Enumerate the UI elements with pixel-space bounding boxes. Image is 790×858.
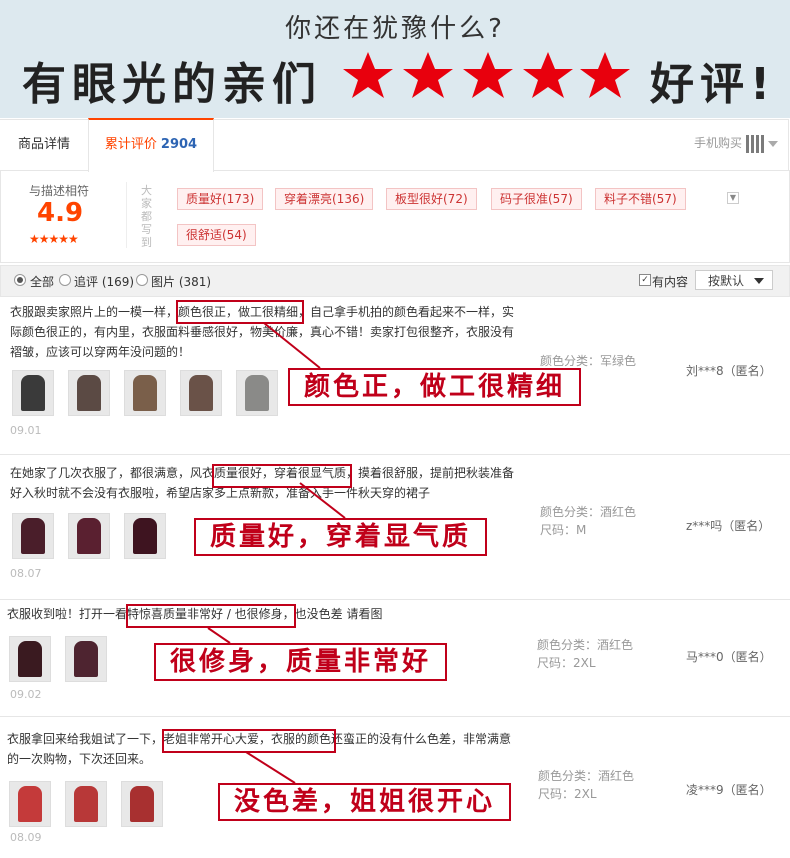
sort-value: 按默认 <box>708 274 745 288</box>
highlight-callout: 颜色正，做工很精细 <box>288 368 582 406</box>
qr-code-icon <box>746 134 764 153</box>
review-photo[interactable] <box>68 370 110 416</box>
banner-title-right: 好评! <box>650 59 777 110</box>
promo-banner: 你还在犹豫什么? 有眼光的亲们 好评! <box>0 0 790 118</box>
tab-reviews[interactable]: 累计评价 2904 <box>88 118 214 172</box>
highlight-callout: 很修身，质量非常好 <box>154 643 448 681</box>
sku-color: 颜色分类：酒红色 <box>540 505 637 519</box>
review-photo[interactable] <box>180 370 222 416</box>
star-icon <box>463 52 513 98</box>
sku-info: 颜色分类：酒红色 尺码：M <box>540 503 636 539</box>
review-photo[interactable] <box>68 513 110 559</box>
filter-followup-label: 追评 (169) <box>74 275 135 289</box>
impression-tag[interactable]: 板型很好(72) <box>386 188 477 210</box>
score-label: 与描述相符 <box>29 184 90 198</box>
review-photo[interactable] <box>12 370 54 416</box>
banner-title-left: 有眼光的亲们 <box>22 59 322 110</box>
sort-select[interactable]: 按默认 <box>695 270 773 290</box>
banner-subtitle: 你还在犹豫什么? <box>285 14 505 44</box>
review-photo[interactable] <box>236 370 278 416</box>
highlight-box <box>212 464 352 488</box>
review-photo[interactable] <box>12 513 54 559</box>
review-photo[interactable] <box>9 636 51 682</box>
five-stars-graphic <box>343 52 630 98</box>
review-photo[interactable] <box>65 781 107 827</box>
impression-tag[interactable]: 质量好(173) <box>177 188 264 210</box>
sku-color: 颜色分类：酒红色 <box>538 769 635 783</box>
sku-info: 颜色分类：酒红色 尺码：2XL <box>538 767 634 803</box>
score-value: 4.9 <box>37 198 84 228</box>
sku-size: 尺码：M <box>540 523 587 537</box>
sku-size: 尺码：2XL <box>538 787 597 801</box>
filter-pictures-label: 图片 (381) <box>151 275 212 289</box>
impression-tag[interactable]: 穿着漂亮(136) <box>275 188 374 210</box>
highlight-box <box>162 729 336 753</box>
tab-product-details[interactable]: 商品详情 <box>0 120 88 170</box>
reviewer-name[interactable]: z***吗（匿名） <box>686 517 770 534</box>
review-date: 08.07 <box>10 567 42 580</box>
mobile-buy-label: 手机购买 <box>693 136 742 150</box>
review-filter-bar: 全部 追评 (169) 图片 (381) ✓ 有内容 按默认 <box>0 265 790 297</box>
tags-vertical-label: 大家都写到 <box>141 184 152 249</box>
divider <box>126 182 127 248</box>
review-photo[interactable] <box>9 781 51 827</box>
review-date: 09.02 <box>10 688 42 701</box>
filter-all-label: 全部 <box>30 275 55 289</box>
sku-info: 颜色分类：酒红色 尺码：2XL <box>537 636 633 672</box>
tab-bar: 商品详情 累计评价 2904 手机购买 <box>0 118 789 172</box>
expand-tags-icon[interactable]: ▼ <box>727 192 739 204</box>
review-date: 08.09 <box>10 831 42 844</box>
filter-followup-radio[interactable] <box>59 274 71 286</box>
review-photo[interactable] <box>121 781 163 827</box>
impression-tag[interactable]: 码子很准(57) <box>491 188 582 210</box>
has-content-label: 有内容 <box>652 275 689 289</box>
star-icon <box>403 52 453 98</box>
score-stars: ★★★★★ <box>29 232 79 246</box>
impression-tag[interactable]: 料子不错(57) <box>595 188 686 210</box>
filter-all-radio[interactable] <box>14 274 26 286</box>
highlight-box <box>126 604 296 628</box>
chevron-down-icon <box>754 278 764 284</box>
highlight-callout: 没色差，姐姐很开心 <box>218 783 512 821</box>
star-icon <box>523 52 573 98</box>
chevron-down-icon <box>768 140 778 147</box>
impression-tag[interactable]: 很舒适(54) <box>177 224 256 246</box>
rating-summary: 与描述相符 4.9 ★★★★★ 大家都写到 质量好(173) 穿着漂亮(136)… <box>0 170 790 263</box>
tab-label: 累计评价 <box>104 137 157 152</box>
highlight-box <box>176 300 304 324</box>
filter-pictures-radio[interactable] <box>136 274 148 286</box>
review-photo[interactable] <box>124 513 166 559</box>
sku-size: 尺码：2XL <box>537 656 596 670</box>
reviewer-name[interactable]: 马***0（匿名） <box>686 648 772 665</box>
mobile-buy-link[interactable]: 手机购买 <box>694 134 778 153</box>
star-icon <box>343 52 393 98</box>
tab-label: 商品详情 <box>17 137 70 152</box>
star-icon <box>580 52 630 98</box>
has-content-checkbox[interactable]: ✓ <box>639 274 651 286</box>
review-date: 09.01 <box>10 424 42 437</box>
sku-color: 颜色分类：酒红色 <box>537 638 634 652</box>
review-count: 2904 <box>160 137 198 152</box>
review-photo[interactable] <box>124 370 166 416</box>
reviewer-name[interactable]: 凌***9（匿名） <box>686 781 772 798</box>
reviewer-name[interactable]: 刘***8（匿名） <box>686 362 772 379</box>
highlight-callout: 质量好，穿着显气质 <box>194 518 488 556</box>
review-photo[interactable] <box>65 636 107 682</box>
